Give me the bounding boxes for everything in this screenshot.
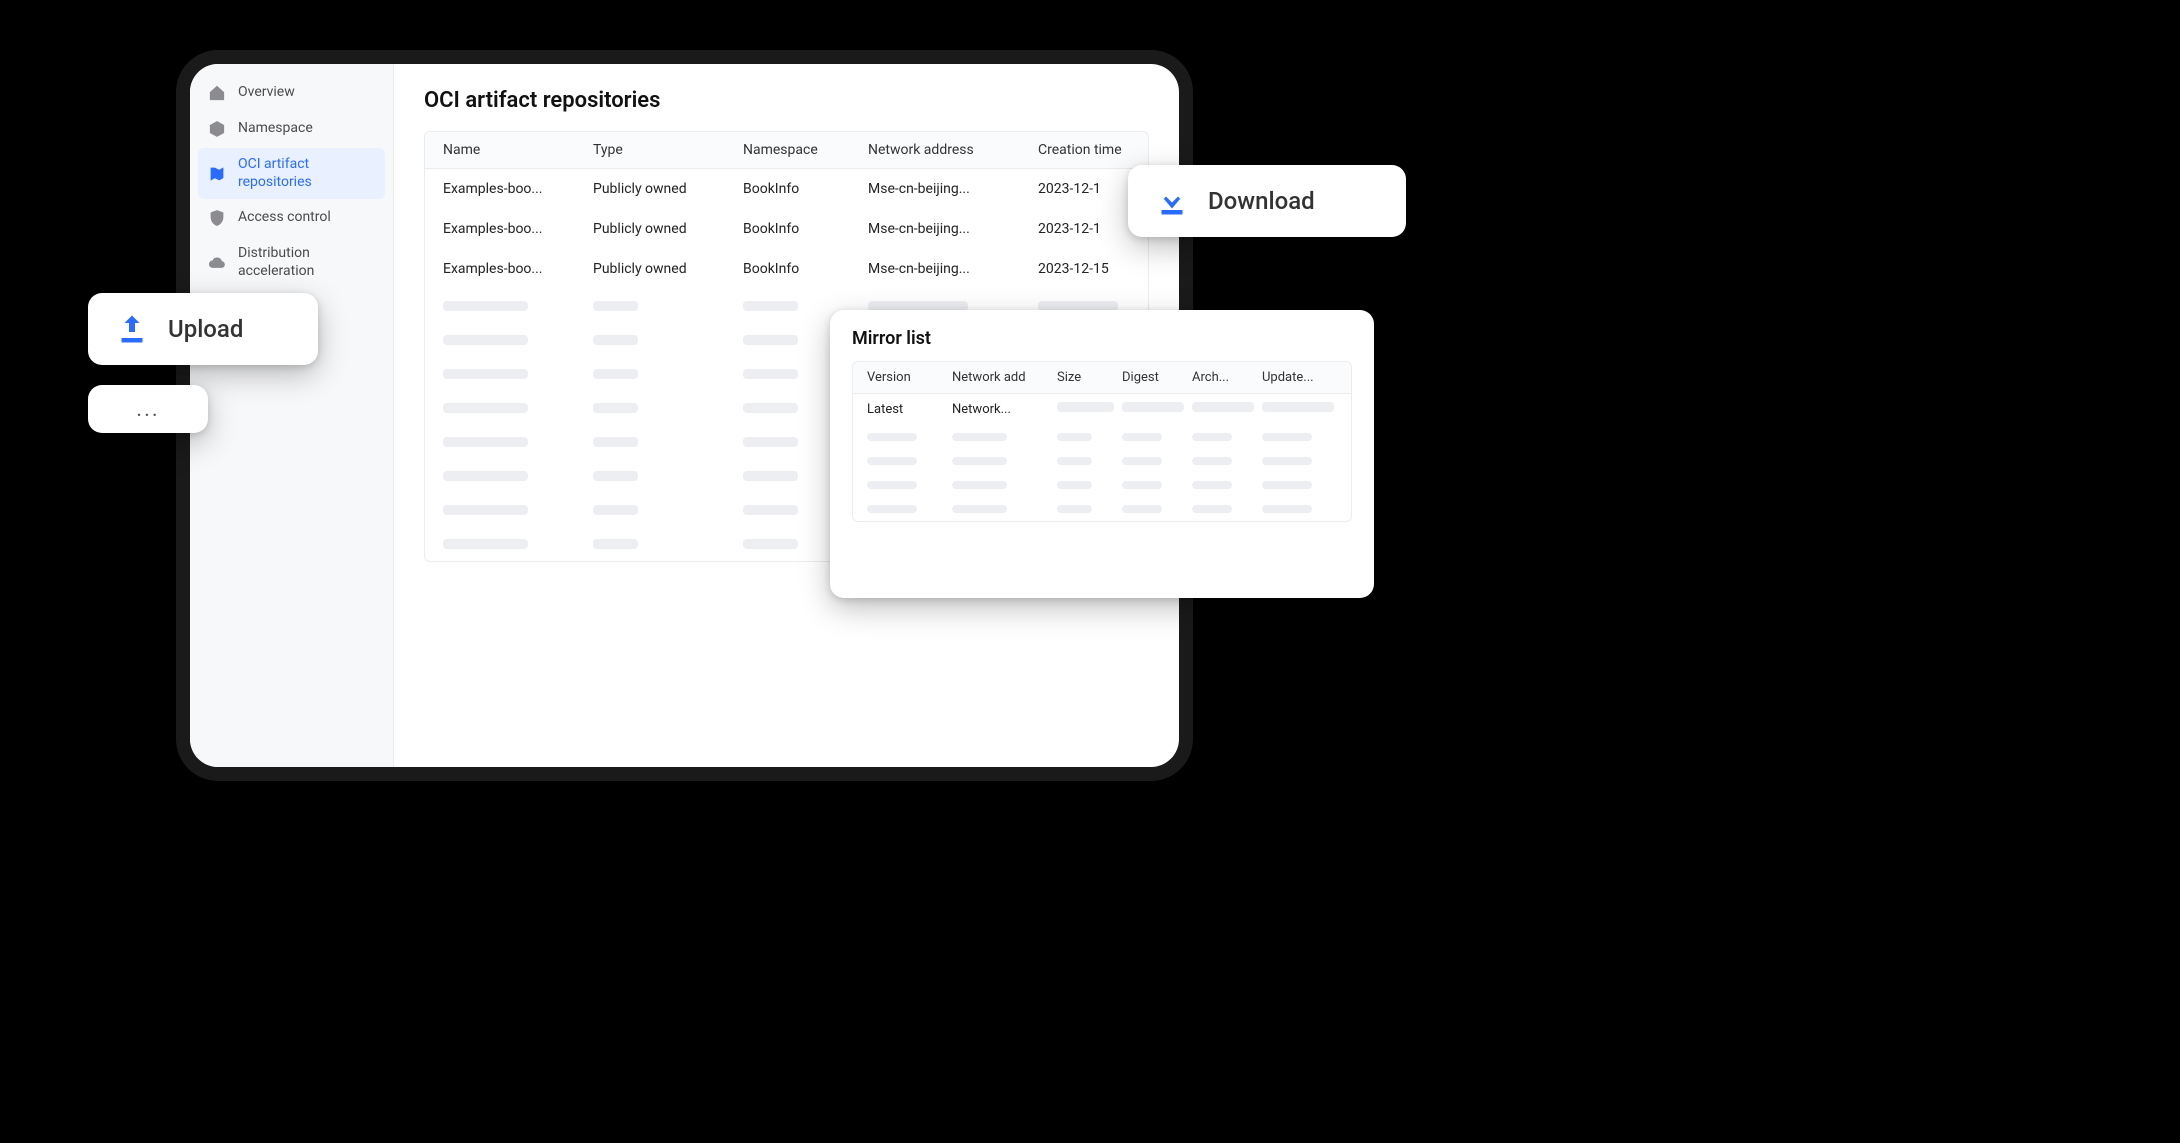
cell-namespace: BookInfo xyxy=(743,221,868,237)
hexagon-icon xyxy=(208,120,226,138)
cell-type: Publicly owned xyxy=(593,261,743,277)
cell-version: Latest xyxy=(867,402,952,417)
col-digest: Digest xyxy=(1122,370,1192,385)
col-updated: Update... xyxy=(1262,370,1342,385)
mirror-title: Mirror list xyxy=(852,328,1352,349)
skeleton-cell xyxy=(1262,402,1334,412)
mirror-panel: Mirror list Version Network add Size Dig… xyxy=(830,310,1374,598)
cell-network: Network... xyxy=(952,402,1057,417)
download-card[interactable]: Download xyxy=(1128,165,1406,237)
col-network: Network address xyxy=(868,142,1038,158)
shield-icon xyxy=(208,209,226,227)
cell-type: Publicly owned xyxy=(593,221,743,237)
sidebar-item-label: Access control xyxy=(238,209,375,227)
skeleton-row xyxy=(853,473,1351,497)
col-name: Name xyxy=(443,142,593,158)
cell-namespace: BookInfo xyxy=(743,261,868,277)
skeleton-row xyxy=(853,425,1351,449)
table-row[interactable]: Examples-boo... Publicly owned BookInfo … xyxy=(425,169,1148,209)
col-network: Network add xyxy=(952,370,1057,385)
sidebar-item-label: Namespace xyxy=(238,120,375,138)
mirror-row[interactable]: Latest Network... xyxy=(853,394,1351,425)
cell-name: Examples-boo... xyxy=(443,181,593,197)
col-type: Type xyxy=(593,142,743,158)
sidebar: Overview Namespace OCI artifact reposito… xyxy=(190,64,394,767)
col-size: Size xyxy=(1057,370,1122,385)
sidebar-item-overview[interactable]: Overview xyxy=(198,76,385,110)
skeleton-row xyxy=(853,449,1351,473)
home-icon xyxy=(208,84,226,102)
more-card[interactable]: ... xyxy=(88,385,208,433)
cell-name: Examples-boo... xyxy=(443,261,593,277)
col-arch: Arch... xyxy=(1192,370,1262,385)
upload-icon xyxy=(114,311,150,347)
download-label: Download xyxy=(1208,187,1315,215)
col-version: Version xyxy=(867,370,952,385)
sidebar-item-label: Distribution acceleration xyxy=(238,245,375,280)
sidebar-item-oci-repositories[interactable]: OCI artifact repositories xyxy=(198,148,385,199)
table-row[interactable]: Examples-boo... Publicly owned BookInfo … xyxy=(425,209,1148,249)
cell-namespace: BookInfo xyxy=(743,181,868,197)
cloud-icon xyxy=(208,254,226,272)
skeleton-row xyxy=(853,497,1351,521)
cell-network: Mse-cn-beijing... xyxy=(868,261,1038,277)
sidebar-item-label: Overview xyxy=(238,84,375,102)
cell-name: Examples-boo... xyxy=(443,221,593,237)
table-header: Name Type Namespace Network address Crea… xyxy=(425,132,1148,169)
skeleton-cell xyxy=(1122,402,1184,412)
cell-created: 2023-12-15 xyxy=(1038,261,1148,277)
mirror-table: Version Network add Size Digest Arch... … xyxy=(852,361,1352,522)
cell-network: Mse-cn-beijing... xyxy=(868,221,1038,237)
table-row[interactable]: Examples-boo... Publicly owned BookInfo … xyxy=(425,249,1148,289)
cell-type: Publicly owned xyxy=(593,181,743,197)
sidebar-item-access-control[interactable]: Access control xyxy=(198,201,385,235)
upload-label: Upload xyxy=(168,315,243,343)
mirror-header: Version Network add Size Digest Arch... … xyxy=(853,362,1351,394)
sidebar-item-distribution-acceleration[interactable]: Distribution acceleration xyxy=(198,237,385,288)
sidebar-item-label: OCI artifact repositories xyxy=(238,156,375,191)
map-icon xyxy=(208,165,226,183)
col-created: Creation time xyxy=(1038,142,1148,158)
more-icon: ... xyxy=(136,397,159,422)
sidebar-item-namespace[interactable]: Namespace xyxy=(198,112,385,146)
page-title: OCI artifact repositories xyxy=(424,88,1149,113)
col-namespace: Namespace xyxy=(743,142,868,158)
skeleton-cell xyxy=(1057,402,1114,412)
cell-network: Mse-cn-beijing... xyxy=(868,181,1038,197)
skeleton-cell xyxy=(1192,402,1254,412)
upload-card[interactable]: Upload xyxy=(88,293,318,365)
download-icon xyxy=(1154,183,1190,219)
